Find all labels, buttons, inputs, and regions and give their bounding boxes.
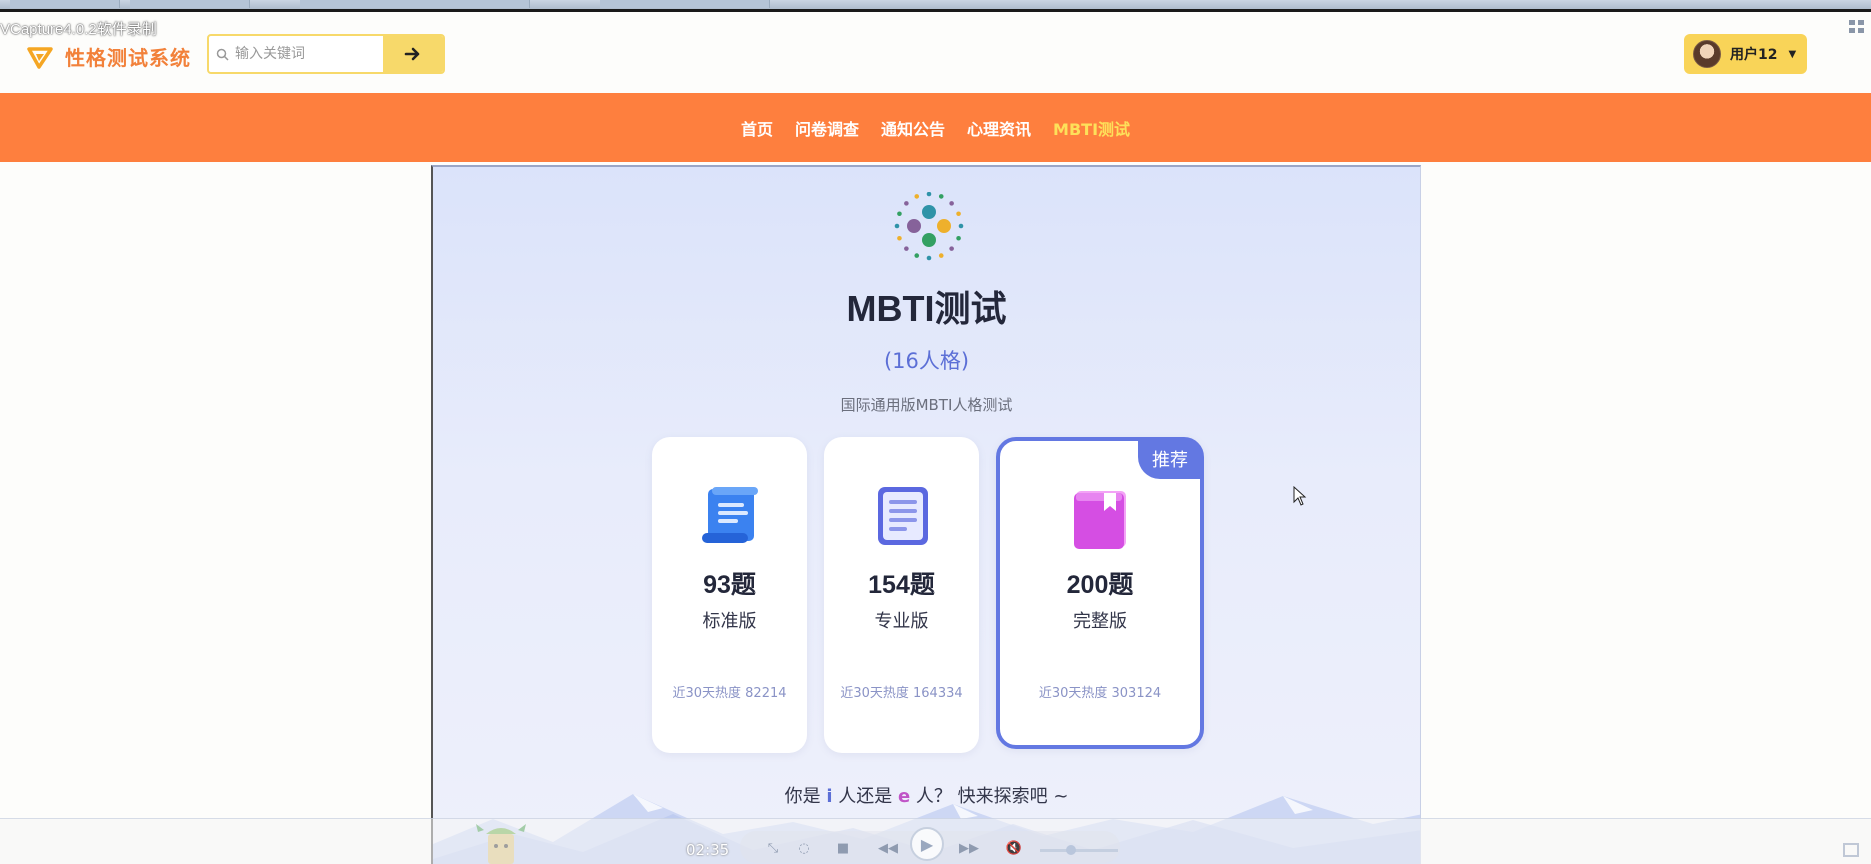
logo-ring-dot xyxy=(914,253,920,258)
search-submit-button[interactable] xyxy=(383,36,443,72)
tagline: 你是 i 人还是 e 人？ 快来探索吧 ~ xyxy=(433,782,1420,808)
volume-slider-knob[interactable] xyxy=(1066,845,1076,855)
logo-ring-dot xyxy=(894,223,900,229)
mbti-panel: MBTI测试 (16人格) 国际通用版MBTI人格测试 93题 标准版 近30天… xyxy=(431,165,1421,864)
logo-ring-dot xyxy=(938,194,944,199)
stop-icon[interactable]: ■ xyxy=(832,837,854,859)
logo-ring-dot xyxy=(904,246,909,251)
arrow-right-icon xyxy=(404,47,420,61)
logo-ring-dot xyxy=(949,246,954,251)
os-tab[interactable] xyxy=(300,0,530,8)
option-heat: 近30天热度 303124 xyxy=(1038,686,1162,701)
os-taskbar-strip xyxy=(0,0,1871,12)
option-name: 完整版 xyxy=(1073,611,1127,632)
rewind-icon[interactable]: ◀◀ xyxy=(877,837,899,859)
test-option-complete[interactable]: 推荐 200题 完整版 近30天热度 303124 xyxy=(996,437,1204,749)
main-nav: 首页 问卷调查 通知公告 心理资讯 MBTI测试 xyxy=(0,93,1871,162)
nav-item-psych-news[interactable]: 心理资讯 xyxy=(956,116,1042,140)
option-heat: 近30天热度 82214 xyxy=(672,686,787,701)
option-count: 200题 xyxy=(1066,571,1134,599)
test-option-professional[interactable]: 154题 专业版 近30天热度 164334 xyxy=(824,437,979,753)
page-subtitle: (16人格) xyxy=(883,349,970,373)
page-title: MBTI测试 xyxy=(846,288,1007,329)
tagline-text: 人？ 快来探索吧 ~ xyxy=(910,786,1069,807)
logo-ring-dot xyxy=(949,201,954,206)
caret-down-icon: ▼ xyxy=(1788,48,1797,60)
option-name: 专业版 xyxy=(874,611,929,632)
logo-ring-dot xyxy=(897,211,902,217)
option-heat: 近30天热度 164334 xyxy=(840,686,963,701)
mbti-dots-logo-icon xyxy=(894,192,964,261)
volume-slider[interactable] xyxy=(1040,849,1118,852)
option-count: 93题 xyxy=(703,571,756,599)
recorder-watermark: VCapture4.0.2软件录制 xyxy=(0,21,157,38)
user-name: 用户12 xyxy=(1730,47,1778,63)
book-icon xyxy=(1074,491,1126,549)
logo-ring-dot xyxy=(926,192,932,197)
tagline-text: 你是 xyxy=(784,786,827,807)
logo-ring-dot xyxy=(938,253,944,258)
logo-ring-dot xyxy=(956,235,961,241)
os-tab[interactable] xyxy=(130,0,250,8)
play-button[interactable]: ▶ xyxy=(910,827,944,861)
scroll-icon xyxy=(701,487,758,543)
option-count: 154题 xyxy=(868,571,935,599)
logo-ring-dot xyxy=(914,194,920,199)
shrink-icon[interactable]: ⤡ xyxy=(762,837,784,859)
clipboard-icon xyxy=(877,487,928,545)
mouse-cursor-icon xyxy=(1293,486,1307,506)
os-tab[interactable] xyxy=(600,0,770,8)
nav-item-survey[interactable]: 问卷调查 xyxy=(784,116,870,140)
triangle-logo-icon xyxy=(27,46,53,69)
video-player-bar: 02:35 ⤡ ◌ ■ ◀◀ ▶ ▶▶ 🔇 xyxy=(0,818,1871,864)
site-logo[interactable]: 性格测试系统 xyxy=(27,42,191,71)
playback-time: 02:35 xyxy=(686,841,730,859)
fast-forward-icon[interactable]: ▶▶ xyxy=(958,837,980,859)
tagline-text: 人还是 xyxy=(832,786,898,807)
fullscreen-icon[interactable] xyxy=(1843,843,1859,857)
mute-icon[interactable]: 🔇 xyxy=(1003,837,1025,859)
logo-ring-dot xyxy=(897,235,902,241)
nav-item-notices[interactable]: 通知公告 xyxy=(870,116,956,140)
nav-item-home[interactable]: 首页 xyxy=(730,116,784,140)
recommended-badge: 推荐 xyxy=(1138,439,1202,479)
refresh-icon[interactable]: ◌ xyxy=(793,837,815,859)
avatar xyxy=(1693,40,1721,68)
page-description: 国际通用版MBTI人格测试 xyxy=(840,396,1013,414)
search-icon xyxy=(209,36,235,72)
tagline-e: e xyxy=(897,786,911,807)
user-menu-button[interactable]: 用户12 ▼ xyxy=(1684,34,1807,74)
grid-icon[interactable] xyxy=(1849,20,1867,36)
option-name: 标准版 xyxy=(702,611,757,632)
os-tab[interactable] xyxy=(10,0,120,8)
test-option-standard[interactable]: 93题 标准版 近30天热度 82214 xyxy=(652,437,807,753)
site-header: 性格测试系统 用户12 ▼ xyxy=(0,14,1871,93)
search-input[interactable] xyxy=(235,36,383,72)
nav-item-mbti[interactable]: MBTI测试 xyxy=(1042,116,1141,140)
app-title: 性格测试系统 xyxy=(65,48,191,70)
logo-ring-dot xyxy=(904,201,909,206)
logo-ring-dot xyxy=(956,211,961,217)
logo-ring-dot xyxy=(926,255,932,261)
logo-ring-dot xyxy=(958,223,964,229)
search-box xyxy=(207,34,445,74)
